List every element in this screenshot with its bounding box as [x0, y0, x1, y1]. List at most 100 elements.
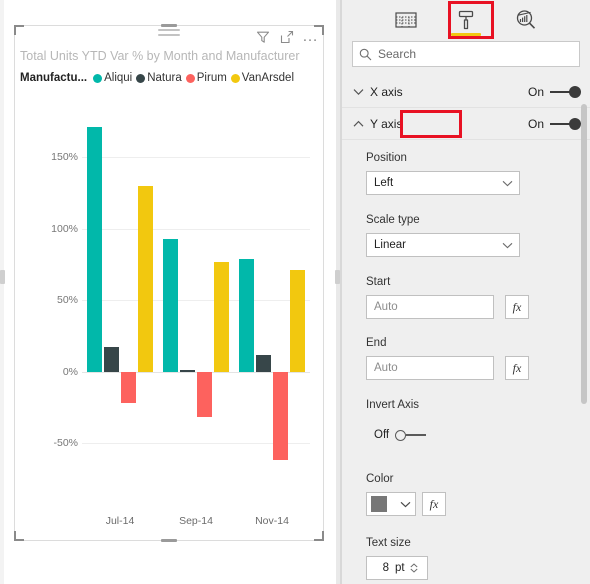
- text-size-value: 8: [382, 562, 389, 574]
- toggle-track: [406, 434, 427, 436]
- pane-scrollbar[interactable]: [580, 36, 588, 584]
- legend-item-pirum[interactable]: Pirum: [185, 72, 227, 84]
- pane-scrollbar-thumb[interactable]: [581, 104, 587, 404]
- chevron-down-icon: [502, 242, 513, 249]
- chart-bar[interactable]: [163, 238, 178, 372]
- legend-color-dot: [93, 73, 103, 83]
- legend-item-label: Pirum: [196, 72, 227, 84]
- start-input[interactable]: Auto: [366, 295, 494, 319]
- chevron-down-icon: [410, 568, 418, 573]
- color-picker-button[interactable]: [366, 492, 416, 516]
- visual-title: Total Units YTD Var % by Month and Manuf…: [20, 49, 300, 63]
- chart-plot-area[interactable]: 150% 100% 50% 0% -50% Jul-14 Sep-14 Nov-14: [14, 97, 324, 541]
- section-label: X axis: [370, 84, 403, 99]
- text-size-unit: pt: [395, 562, 405, 574]
- format-tab-selected-underline: [451, 33, 481, 36]
- filter-icon[interactable]: [255, 29, 270, 44]
- chart-bar[interactable]: [273, 371, 288, 461]
- search-icon: [359, 48, 372, 61]
- end-input[interactable]: Auto: [366, 356, 494, 380]
- legend-color-dot: [136, 73, 146, 83]
- y-axis-toggle[interactable]: On: [527, 116, 581, 131]
- toggle-state-label: On: [527, 116, 544, 131]
- position-label: Position: [366, 152, 407, 164]
- invert-axis-toggle[interactable]: Off: [374, 429, 427, 441]
- start-fx-button[interactable]: fx: [505, 295, 529, 319]
- chart-plot-inner: 150% 100% 50% 0% -50% Jul-14 Sep-14 Nov-14: [14, 97, 324, 541]
- chevron-down-icon: [350, 88, 366, 96]
- visual-header-icons: …: [255, 28, 318, 44]
- x-axis-tick-label: Sep-14: [179, 515, 213, 527]
- color-fx-button[interactable]: fx: [422, 492, 446, 516]
- chart-bar[interactable]: [121, 371, 136, 404]
- gridline: [82, 228, 310, 230]
- chart-bar[interactable]: [138, 185, 153, 372]
- visualizations-pane: Search X axis On Y axis On Position Left…: [342, 0, 590, 584]
- drag-handle-icon[interactable]: [158, 29, 180, 41]
- stepper-arrows[interactable]: [410, 563, 418, 573]
- report-canvas[interactable]: … Total Units YTD Var % by Month and Man…: [0, 0, 340, 584]
- legend-item-vanarsdel[interactable]: VanArsdel: [230, 72, 295, 84]
- fields-tab[interactable]: [389, 4, 423, 36]
- toggle-state-label: Off: [374, 429, 390, 441]
- chart-bar[interactable]: [104, 347, 119, 372]
- invert-axis-label: Invert Axis: [366, 399, 420, 411]
- paint-roller-icon: [458, 10, 474, 30]
- chevron-down-icon: [400, 495, 411, 513]
- chart-bar[interactable]: [197, 371, 212, 418]
- y-axis-tick-label: 0%: [62, 365, 78, 378]
- chevron-down-icon: [502, 180, 513, 187]
- legend-color-dot: [230, 73, 240, 83]
- format-tab[interactable]: [449, 4, 483, 36]
- color-swatch: [371, 496, 387, 512]
- legend-item-label: Natura: [147, 72, 182, 84]
- x-axis-tick-label: Jul-14: [105, 515, 135, 527]
- chart-legend: Manufactu... Aliqui Natura Pirum VanArsd…: [20, 72, 298, 84]
- analytics-icon: [516, 10, 536, 29]
- focus-mode-icon[interactable]: [279, 29, 294, 44]
- legend-item-aliqui[interactable]: Aliqui: [93, 72, 132, 84]
- search-placeholder: Search: [378, 47, 417, 61]
- end-label: End: [366, 337, 387, 349]
- toggle-knob: [395, 429, 407, 441]
- position-dropdown[interactable]: Left: [366, 171, 520, 195]
- scale-type-label: Scale type: [366, 214, 420, 226]
- toggle-track: [550, 117, 581, 130]
- position-value: Left: [374, 177, 394, 189]
- legend-color-dot: [185, 73, 195, 83]
- chart-bar[interactable]: [290, 270, 305, 372]
- scale-type-value: Linear: [374, 239, 406, 251]
- start-value: Auto: [374, 301, 398, 313]
- chart-bar[interactable]: [87, 127, 102, 372]
- section-x-axis[interactable]: X axis On: [342, 76, 590, 108]
- legend-item-natura[interactable]: Natura: [136, 72, 182, 84]
- more-options-icon[interactable]: …: [302, 28, 318, 44]
- x-axis-toggle[interactable]: On: [527, 84, 581, 99]
- pane-tab-strip: [342, 0, 590, 40]
- chart-visual[interactable]: … Total Units YTD Var % by Month and Man…: [14, 24, 324, 542]
- toggle-state-label: On: [527, 84, 544, 99]
- screen-root: … Total Units YTD Var % by Month and Man…: [0, 0, 590, 584]
- scale-type-dropdown[interactable]: Linear: [366, 233, 520, 257]
- chevron-up-icon: [350, 120, 366, 128]
- chart-bar[interactable]: [180, 370, 195, 372]
- legend-item-label: VanArsdel: [241, 72, 295, 84]
- text-size-label: Text size: [366, 537, 411, 549]
- visual-header: …: [14, 25, 324, 49]
- gridline: [82, 300, 310, 302]
- text-size-stepper[interactable]: 8 pt: [366, 556, 428, 580]
- end-value: Auto: [374, 362, 398, 374]
- section-label: Y axis: [370, 116, 403, 131]
- end-fx-button[interactable]: fx: [505, 356, 529, 380]
- section-y-axis[interactable]: Y axis On: [342, 108, 590, 140]
- chart-bar[interactable]: [239, 258, 254, 372]
- canvas-edge-mark-left: [0, 270, 5, 284]
- chart-bar[interactable]: [256, 354, 271, 372]
- y-axis-tick-label: 50%: [56, 294, 78, 307]
- gridline: [82, 157, 310, 159]
- chart-bar[interactable]: [214, 261, 229, 372]
- y-axis-tick-label: -50%: [53, 437, 78, 450]
- canvas-gutter-left: [0, 0, 4, 584]
- search-input[interactable]: Search: [352, 41, 580, 67]
- analytics-tab[interactable]: [509, 4, 543, 36]
